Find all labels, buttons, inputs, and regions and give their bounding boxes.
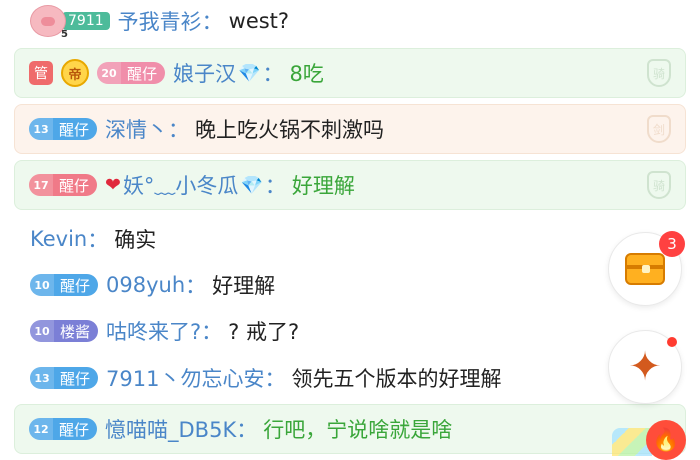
star-emblem-icon: ✦ <box>628 344 662 390</box>
fan-badge[interactable]: 10 醒仔 <box>30 274 99 296</box>
message-text: ? 戒了? <box>228 320 300 344</box>
chat-message: 12 醒仔 憶喵喵_DB5K ： 行吧，宁说啥就是啥 <box>14 404 686 454</box>
fan-badge[interactable]: 20 醒仔 <box>97 62 166 84</box>
shield-icon: 骑 <box>647 59 671 87</box>
username[interactable]: 7911丶勿忘心安 <box>106 363 264 393</box>
chat-message: 17 醒仔 ❤ 妖°﹏小冬瓜 💎 ： 好理解 骑 <box>14 160 686 210</box>
chat-message: 10 醒仔 098yuh ： 好理解 <box>14 268 686 302</box>
message-text: 确实 <box>114 228 157 252</box>
fan-level-icon: 5 7911 <box>30 5 110 40</box>
guard-icon: 管 <box>29 61 53 85</box>
shield-icon: 骑 <box>647 171 671 199</box>
chat-message: 管 帝 20 醒仔 娘子汉 💎 ： 8吃 骑 <box>14 48 686 98</box>
fire-icon: 🔥 <box>652 427 680 453</box>
fire-button[interactable]: 🔥 <box>646 420 686 460</box>
gem-icon: 💎 <box>240 174 263 196</box>
chat-message: 5 7911 予我青衫 ： west? <box>14 4 686 40</box>
message-text: 晚上吃火锅不刺激吗 <box>195 118 385 142</box>
message-text: 8吃 <box>289 62 324 86</box>
chat-message: 13 醒仔 7911丶勿忘心安 ： 领先五个版本的好理解 <box>14 361 686 395</box>
message-text: west? <box>228 9 290 33</box>
fan-badge[interactable]: 17 醒仔 <box>29 174 98 196</box>
username[interactable]: 深情丶 <box>105 114 168 144</box>
red-dot-indicator <box>667 337 677 347</box>
fan-badge[interactable]: 10 楼酱 <box>30 320 99 342</box>
username[interactable]: 娘子汉 <box>173 58 236 88</box>
gem-icon: 💎 <box>238 62 261 84</box>
noble-medal-icon: 帝 <box>61 59 89 87</box>
chat-message: Kevin ： 确实 <box>14 222 686 256</box>
fan-badge[interactable]: 13 醒仔 <box>29 118 98 140</box>
treasure-chest-button[interactable]: 3 <box>608 231 685 306</box>
sword-shield-icon: 剑 <box>647 115 671 143</box>
username[interactable]: Kevin <box>30 227 87 251</box>
message-text: 好理解 <box>291 174 355 198</box>
fan-tag: 7911 <box>62 12 110 30</box>
heart-icon: ❤ <box>105 174 121 196</box>
message-text: 行吧，宁说啥就是啥 <box>263 418 453 442</box>
fan-badge[interactable]: 12 醒仔 <box>29 418 98 440</box>
chat-message: 10 楼酱 咕咚来了? ： ? 戒了? <box>14 314 686 348</box>
username[interactable]: 妖°﹏小冬瓜 <box>123 170 239 200</box>
chat-message: 13 醒仔 深情丶 ： 晚上吃火锅不刺激吗 剑 <box>14 104 686 154</box>
username[interactable]: 予我青衫 <box>118 6 202 36</box>
username[interactable]: 憶喵喵_DB5K <box>105 414 236 444</box>
notification-badge: 3 <box>659 231 685 257</box>
message-text: 领先五个版本的好理解 <box>291 367 502 391</box>
star-emblem-button[interactable]: ✦ <box>608 330 682 404</box>
pig-icon: 5 <box>30 5 68 40</box>
message-text: 好理解 <box>212 274 276 298</box>
treasure-chest-icon <box>625 253 665 285</box>
fan-badge[interactable]: 13 醒仔 <box>30 367 99 389</box>
username[interactable]: 咕咚来了? <box>106 316 201 346</box>
username[interactable]: 098yuh <box>106 273 185 297</box>
